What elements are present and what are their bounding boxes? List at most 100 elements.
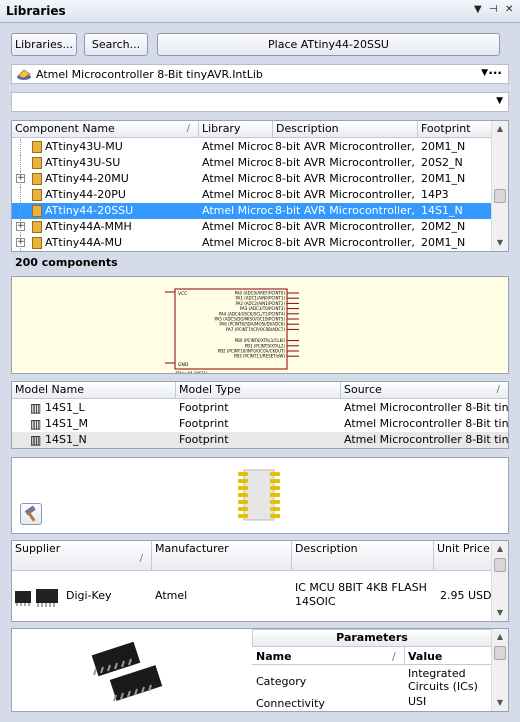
more-options-icon[interactable]: ··· [488, 66, 502, 80]
component-icon [32, 141, 42, 153]
col-description[interactable]: Description [273, 121, 418, 138]
scroll-down-icon[interactable]: ▼ [492, 605, 508, 621]
component-library: Atmel Microc [202, 236, 274, 249]
col-supplier-label: Supplier [15, 542, 61, 555]
parameters-scrollbar[interactable]: ▲ ▼ [491, 629, 508, 711]
model-name: 14S1_L [45, 401, 85, 414]
component-description: 8-bit AVR Microcontroller, 2 [275, 204, 419, 217]
component-description: 8-bit AVR Microcontroller, 1 [275, 140, 419, 153]
col-manufacturer[interactable]: Manufacturer [152, 541, 292, 571]
col-unit-price-label: Unit Price [437, 542, 490, 555]
model-row[interactable]: ▥ 14S1_M Footprint Atmel Microcontroller 8-… [12, 416, 508, 432]
col-param-name[interactable]: Name [256, 650, 292, 663]
component-row[interactable]: + ATtiny44-20MU Atmel Microc 8-bit AVR Micr… [12, 171, 492, 187]
panel-title: Libraries [6, 4, 66, 18]
supplier-scrollbar[interactable]: ▲ ▼ [491, 541, 508, 621]
col-component-name[interactable]: Component Name / [12, 121, 199, 138]
expand-icon[interactable]: + [16, 222, 25, 231]
filter-input[interactable]: ▼ [11, 92, 509, 112]
col-component-name-label: Component Name [15, 122, 115, 135]
col-supplier[interactable]: Supplier / [12, 541, 152, 571]
footprint-pad [238, 486, 248, 490]
model-source: Atmel Microcontroller 8-Bit tiny. [344, 401, 508, 414]
col-unit-price[interactable]: Unit Price [434, 541, 492, 571]
footprint-preview[interactable] [11, 457, 509, 534]
col-model-type-label: Model Type [179, 383, 241, 396]
component-footprint: 20S2_N [421, 156, 463, 169]
scroll-thumb[interactable] [494, 558, 506, 572]
component-name: ATtiny44-20MU [45, 172, 129, 185]
expand-icon[interactable]: + [16, 174, 25, 183]
component-row[interactable]: ATtiny43U-MU Atmel Microc 8-bit AVR Microc… [12, 139, 492, 155]
filter-chevron-down-icon[interactable]: ▼ [496, 96, 503, 106]
model-row[interactable]: ▥ 14S1_N Footprint Atmel Microcontroller 8-… [12, 432, 508, 448]
scroll-down-icon[interactable]: ▼ [492, 695, 508, 711]
col-model-name[interactable]: Model Name [12, 382, 176, 399]
scroll-thumb[interactable] [494, 189, 506, 203]
model-list: Model Name Model Type Source / ▥ 14S1_L Foo… [11, 381, 509, 449]
footprint-pad [238, 500, 248, 504]
place-button[interactable]: Place ATtiny44-20SSU [157, 33, 500, 56]
tree-line [20, 139, 21, 155]
col-manufacturer-label: Manufacturer [155, 542, 229, 555]
supplier-list: Supplier / Manufacturer Description Unit … [11, 540, 509, 622]
component-description: 8-bit AVR Microcontroller, 1 [275, 236, 419, 249]
scroll-up-icon[interactable]: ▲ [492, 121, 508, 137]
pin-label: PA7 (PCINT7/ICP/OC0B/ADC7) [226, 327, 285, 332]
search-button[interactable]: Search... [84, 33, 148, 56]
footprint-graphic [238, 469, 280, 521]
component-library: Atmel Microc [202, 204, 274, 217]
param-name: Connectivity [256, 697, 325, 710]
component-row[interactable]: ATtiny44-20SSU Atmel Microc 8-bit AVR Micr… [12, 203, 492, 219]
scroll-up-icon[interactable]: ▲ [492, 541, 508, 557]
supplier-row[interactable]: Digi-Key Atmel IC MCU 8BIT 4KB FLASH 14S… [12, 572, 492, 621]
component-icon [32, 205, 42, 217]
col-supplier-description[interactable]: Description [292, 541, 434, 571]
footprint-pad [238, 493, 248, 497]
expand-icon[interactable]: + [16, 238, 25, 247]
component-row[interactable]: + ATtiny44A-MMH Atmel Microc 8-bit AVR Micr… [12, 219, 492, 235]
component-row[interactable]: ATtiny43U-SU Atmel Microc 8-bit AVR Microc… [12, 155, 492, 171]
scroll-thumb[interactable] [494, 646, 506, 660]
libraries-button[interactable]: Libraries... [11, 33, 77, 56]
col-source-label: Source [344, 383, 382, 396]
component-icon [32, 221, 42, 233]
pin-label: PB3 (PCINT11/RESET/dW) [234, 354, 285, 359]
model-source: Atmel Microcontroller 8-Bit tiny. [344, 417, 508, 430]
component-library: Atmel Microc [202, 220, 274, 233]
col-source[interactable]: Source / [341, 382, 508, 399]
col-footprint[interactable]: Footprint [418, 121, 492, 138]
col-model-type[interactable]: Model Type [176, 382, 341, 399]
col-library-label: Library [202, 122, 241, 135]
scroll-down-icon[interactable]: ▼ [492, 235, 508, 251]
chevron-down-icon[interactable]: ▼ [481, 68, 488, 78]
component-row[interactable]: + ATtiny44A-MU Atmel Microc 8-bit AVR Micro… [12, 235, 492, 251]
component-row[interactable]: ATtiny44-20PU Atmel Microc 8-bit AVR Micro… [12, 187, 492, 203]
footprint-pad [238, 472, 248, 476]
pin-icon[interactable]: ⊣ [489, 4, 498, 15]
component-list-scrollbar[interactable]: ▲ ▼ [491, 121, 508, 251]
col-library[interactable]: Library [199, 121, 273, 138]
sort-icon: / [186, 123, 190, 134]
footprint-outline [243, 469, 275, 521]
component-description: 8-bit AVR Microcontroller, 2 [275, 172, 419, 185]
sort-icon: / [392, 650, 396, 663]
component-name: ATtiny43U-SU [45, 156, 121, 169]
chip-photo-1 [91, 641, 141, 677]
param-value-line1: USI [408, 695, 427, 708]
component-footprint: 14S1_N [421, 204, 463, 217]
col-model-name-label: Model Name [15, 383, 84, 396]
component-footprint: 20M2_N [421, 220, 466, 233]
close-icon[interactable]: ✕ [505, 4, 513, 15]
panel-title-bar: Libraries ▼ ⊣ ✕ [0, 0, 520, 23]
schematic-preview[interactable]: VCC GND PA0 (ADC0/AREF/PCINT0) PA1 (ADC1/AI… [11, 276, 509, 374]
hammer-icon[interactable] [20, 503, 42, 525]
col-param-value[interactable]: Value [408, 650, 442, 663]
scroll-up-icon[interactable]: ▲ [492, 629, 508, 645]
tree-line [20, 155, 21, 171]
component-description: 8-bit AVR Microcontroller, 1 [275, 220, 419, 233]
model-row[interactable]: ▥ 14S1_L Footprint Atmel Microcontroller 8-… [12, 400, 508, 416]
panel-menu-icon[interactable]: ▼ [474, 4, 482, 15]
component-icon [32, 237, 42, 249]
library-select[interactable]: Atmel Microcontroller 8-Bit tinyAVR.IntL… [11, 64, 509, 84]
